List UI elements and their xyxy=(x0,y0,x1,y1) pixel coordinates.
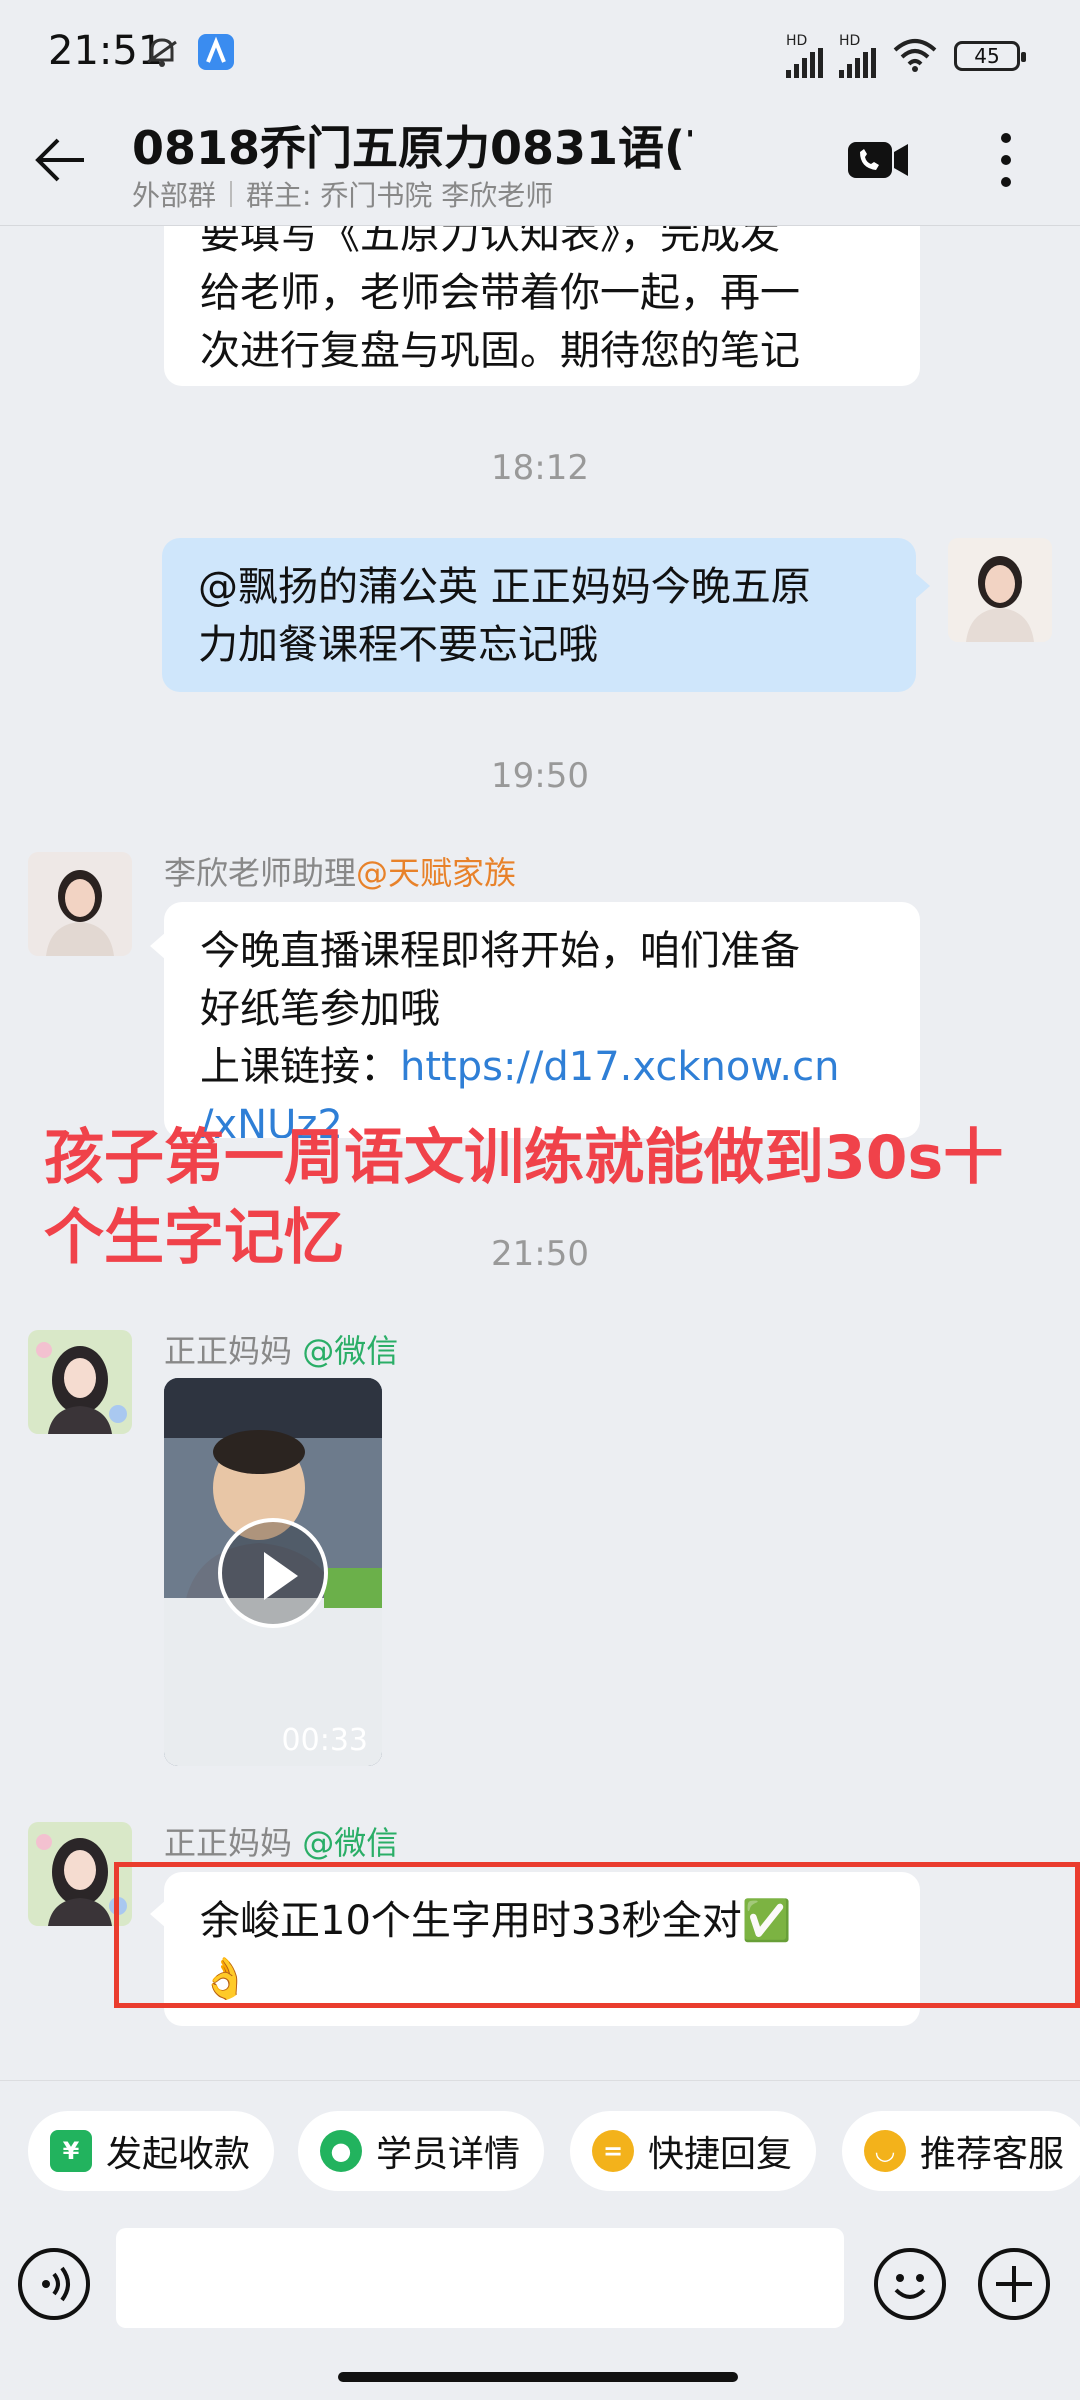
student-icon: ● xyxy=(320,2130,362,2172)
message-bubble[interactable]: 要填写《五原力认知表》，完成发 给老师，老师会带着你一起，再一 次进行复盘与巩固… xyxy=(164,226,920,386)
more-options-icon[interactable] xyxy=(988,128,1024,192)
voice-input-icon[interactable] xyxy=(18,2248,90,2320)
avatar-self[interactable] xyxy=(948,538,1052,642)
signal-2-icon: HD xyxy=(839,34,876,78)
message-bubble-self[interactable]: @飘扬的蒲公英 正正妈妈今晚五原 力加餐课程不要忘记哦 xyxy=(162,538,916,692)
avatar-image xyxy=(28,1330,132,1434)
quick-reply-icon: = xyxy=(592,2130,634,2172)
yuan-shield-icon: ¥ xyxy=(50,2130,92,2172)
sender-name: 李欣老师助理@天赋家族 xyxy=(164,854,517,892)
muted-bell-icon xyxy=(147,38,177,67)
quick-action-collect-payment[interactable]: ¥ 发起收款 xyxy=(28,2111,275,2191)
input-bar xyxy=(0,2218,1080,2400)
app-notification-icon xyxy=(198,34,234,70)
status-bar: 21:51 HD HD 45 xyxy=(0,0,1080,108)
message-bubble[interactable]: 今晚直播课程即将开始，咱们准备 好纸笔参加哦 上课链接：https://d17.… xyxy=(164,902,920,1138)
chat-subtitle: 外部群 群主: 乔门书院 李欣老师 xyxy=(132,174,553,214)
signal-1-icon: HD xyxy=(786,34,823,78)
highlight-box xyxy=(114,1862,1080,2008)
avatar-assistant[interactable] xyxy=(28,852,132,956)
video-duration: 00:33 xyxy=(281,1723,368,1758)
sender-name: 正正妈妈 @微信 xyxy=(164,1332,399,1370)
avatar-image xyxy=(948,538,1052,642)
group-type-label: 外部群 xyxy=(132,179,217,212)
timestamp: 18:12 xyxy=(491,448,589,488)
quick-action-quick-reply[interactable]: = 快捷回复 xyxy=(570,2111,817,2191)
plus-icon[interactable] xyxy=(978,2248,1050,2320)
avatar-mom[interactable] xyxy=(28,1330,132,1434)
bubble-tail xyxy=(914,572,930,600)
timestamp: 21:50 xyxy=(491,1234,589,1274)
emoji-icon[interactable] xyxy=(874,2248,946,2320)
timestamp: 19:50 xyxy=(491,756,589,796)
quick-action-student-details[interactable]: ● 学员详情 xyxy=(298,2111,545,2191)
course-link[interactable]: https://d17.xcknow.cn xyxy=(400,1044,839,1090)
back-arrow-icon[interactable] xyxy=(30,128,94,192)
chat-header: 0818乔门五原力0831语(7) 外部群 群主: 乔门书院 李欣老师 xyxy=(0,108,1080,226)
message-input[interactable] xyxy=(116,2228,844,2328)
home-indicator xyxy=(338,2372,738,2382)
chat-title[interactable]: 0818乔门五原力0831语(7) xyxy=(132,112,692,178)
avatar-image xyxy=(28,852,132,956)
divider xyxy=(230,181,233,207)
play-button[interactable] xyxy=(218,1518,328,1628)
service-icon: ◡ xyxy=(864,2130,906,2172)
group-owner-label: 群主: 乔门书院 李欣老师 xyxy=(246,179,554,212)
quick-action-recommend-service[interactable]: ◡ 推荐客服 xyxy=(842,2111,1080,2191)
battery-indicator: 45 xyxy=(954,41,1026,71)
quick-action-bar: ¥ 发起收款 ● 学员详情 = 快捷回复 ◡ 推荐客服 xyxy=(0,2080,1080,2218)
video-message[interactable]: 00:33 xyxy=(164,1378,382,1766)
video-call-icon[interactable] xyxy=(846,136,910,184)
sender-name: 正正妈妈 @微信 xyxy=(164,1824,399,1862)
wifi-icon xyxy=(893,39,937,72)
